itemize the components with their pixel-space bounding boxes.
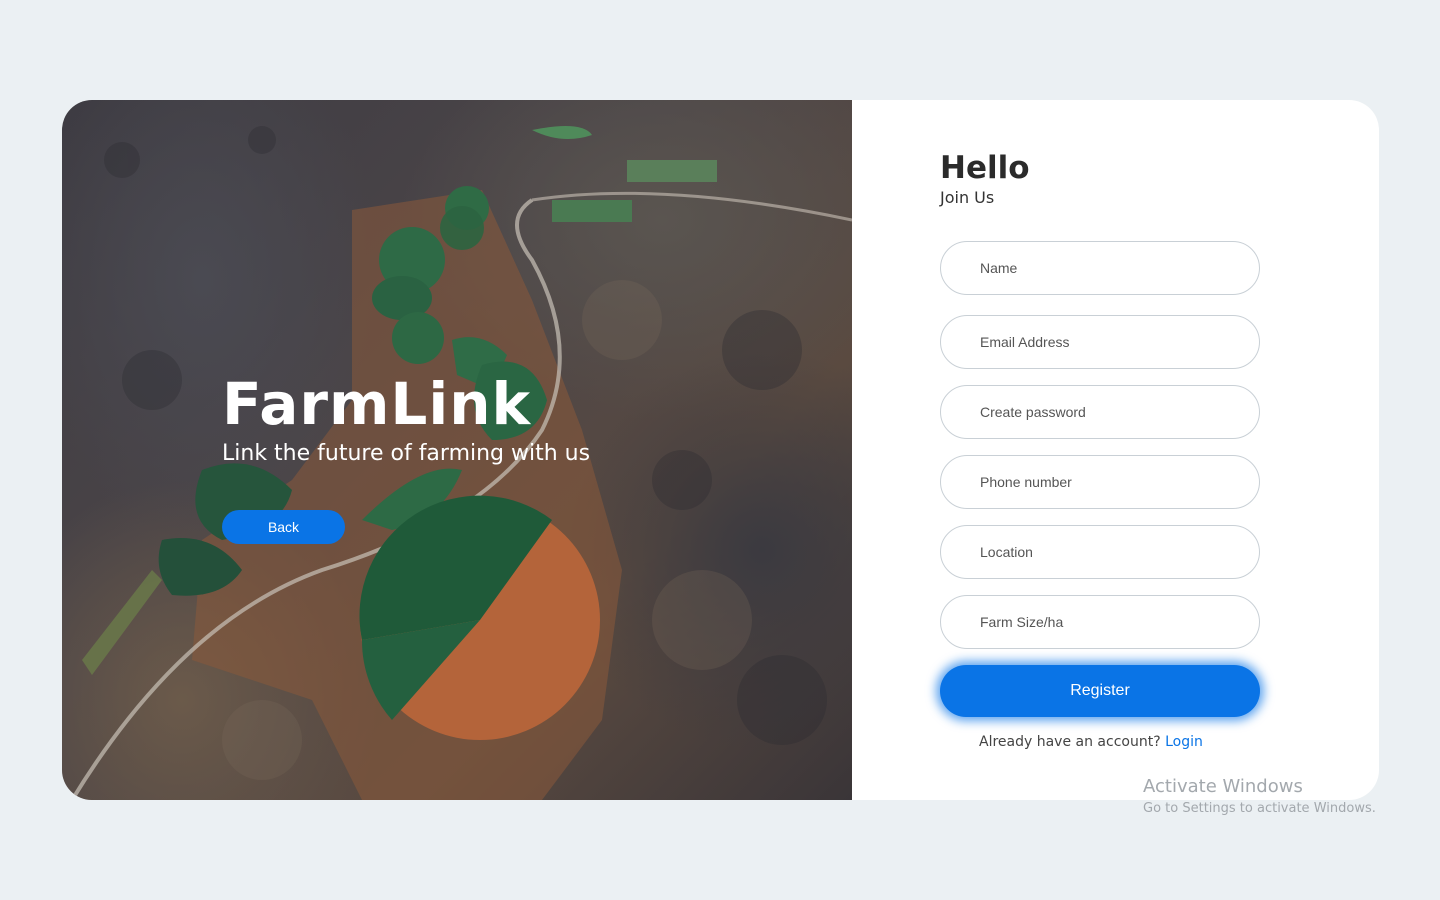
watermark-title: Activate Windows xyxy=(1143,776,1303,797)
name-input[interactable] xyxy=(940,241,1260,295)
hero-image-panel: FarmLink Link the future of farming with… xyxy=(62,100,852,800)
phone-input[interactable] xyxy=(940,455,1260,509)
brand-title: FarmLink xyxy=(222,370,532,438)
email-input[interactable] xyxy=(940,315,1260,369)
password-input[interactable] xyxy=(940,385,1260,439)
back-button[interactable]: Back xyxy=(222,510,345,544)
hero-text-block: FarmLink Link the future of farming with… xyxy=(222,372,590,468)
greeting-heading: Hello xyxy=(940,150,1030,186)
registration-card: FarmLink Link the future of farming with… xyxy=(62,100,1379,800)
tagline: Link the future of farming with us xyxy=(222,441,591,466)
windows-activation-watermark: Activate Windows Go to Settings to activ… xyxy=(1143,776,1376,820)
login-link[interactable]: Login xyxy=(1165,734,1203,750)
farm-size-input[interactable] xyxy=(940,595,1260,649)
join-subtitle: Join Us xyxy=(940,188,995,207)
location-input[interactable] xyxy=(940,525,1260,579)
register-button[interactable]: Register xyxy=(940,665,1260,717)
watermark-subtitle: Go to Settings to activate Windows. xyxy=(1143,801,1376,816)
login-prompt: Already have an account? Login xyxy=(979,734,1203,750)
registration-form: Hello Join Us Register Already have an a… xyxy=(852,100,1379,800)
already-text: Already have an account? xyxy=(979,734,1161,750)
